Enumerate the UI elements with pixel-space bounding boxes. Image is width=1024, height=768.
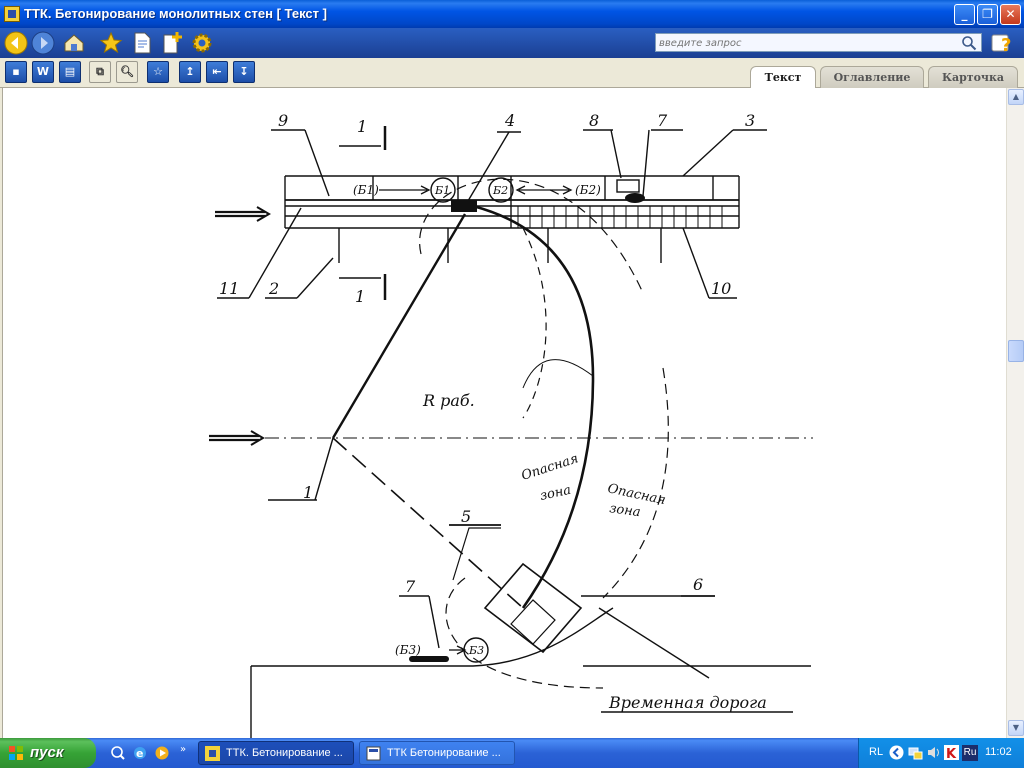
document-viewport[interactable]: 9 1 4 8 7 3 11 2 1 10 (Б1) Б1 Б2 (Б2) R …	[2, 88, 1006, 738]
windows-logo-icon	[9, 746, 23, 760]
tray-back-arrow-icon[interactable]	[889, 745, 904, 760]
go-top-icon[interactable]: ↥	[179, 61, 201, 83]
maximize-button[interactable]: ❐	[977, 4, 998, 25]
tab-contents[interactable]: Оглавление	[820, 66, 924, 88]
language-indicator[interactable]: RL	[869, 746, 883, 758]
title-bar[interactable]: ТТК. Бетонирование монолитных стен [ Тек…	[0, 0, 1024, 28]
svg-text:?: ?	[1001, 35, 1011, 55]
taskbar-item-ttk-1[interactable]: ТТК. Бетонирование ...	[198, 741, 354, 765]
label-2: 2	[268, 279, 279, 298]
start-button[interactable]: пуск	[0, 738, 96, 768]
document-icon[interactable]	[130, 31, 154, 55]
label-danger-zone-1b: зона	[539, 483, 573, 504]
label-b3-paren: (Б3)	[395, 643, 421, 657]
label-1-left: 1	[303, 483, 313, 502]
label-danger-zone-1a: Опасная	[520, 451, 581, 483]
keyboard-layout-indicator[interactable]: Ru	[962, 745, 978, 761]
label-7-top: 7	[657, 111, 668, 130]
forward-icon[interactable]	[31, 31, 55, 55]
network-icon[interactable]	[908, 745, 923, 760]
label-b2-paren: (Б2)	[575, 183, 601, 197]
tab-card[interactable]: Карточка	[928, 66, 1018, 88]
label-danger-zone-2b: зона	[608, 501, 641, 520]
app-taskbar-icon	[205, 746, 220, 761]
label-b3: Б3	[468, 644, 484, 657]
print-icon[interactable]: ▤	[59, 61, 81, 83]
app-icon	[4, 6, 20, 22]
label-6: 6	[693, 575, 703, 594]
antivirus-k-icon[interactable]: K	[944, 745, 959, 760]
settings-gear-icon[interactable]	[190, 31, 214, 55]
close-button[interactable]: ✕	[1000, 4, 1021, 25]
save-icon[interactable]: ▪	[5, 61, 27, 83]
go-down-icon[interactable]: ↧	[233, 61, 255, 83]
taskbar-item-ttk-2[interactable]: ТТК Бетонирование ...	[359, 741, 515, 765]
svg-text:e: e	[136, 747, 143, 760]
app-window: ТТК. Бетонирование монолитных стен [ Тек…	[0, 0, 1024, 738]
document-taskbar-icon	[366, 746, 381, 761]
label-4: 4	[504, 111, 515, 130]
label-11: 11	[219, 279, 239, 298]
svg-text:K: K	[946, 747, 957, 760]
star-icon[interactable]	[99, 31, 123, 55]
tab-text[interactable]: Текст	[750, 66, 816, 89]
bookmark-star-icon[interactable]: ☆	[147, 61, 169, 83]
internet-explorer-icon[interactable]: e	[132, 745, 148, 761]
minimize-button[interactable]: _	[954, 4, 975, 25]
label-1-bottom: 1	[355, 287, 365, 306]
search-input[interactable]	[659, 35, 959, 51]
scroll-up-icon[interactable]: ▲	[1008, 89, 1024, 105]
label-working-radius: R раб.	[422, 391, 475, 410]
print-preview-icon[interactable]: 🔍︎	[116, 61, 138, 83]
copy-icon[interactable]: ⧉	[89, 61, 111, 83]
back-icon[interactable]	[4, 31, 28, 55]
label-7-bottom: 7	[405, 577, 416, 596]
label-10: 10	[711, 279, 731, 298]
home-icon[interactable]	[62, 31, 86, 55]
quicklaunch-chevron-icon[interactable]: »	[180, 744, 186, 755]
help-icon[interactable]: ?	[990, 31, 1014, 56]
label-5: 5	[461, 507, 471, 526]
show-desktop-icon[interactable]	[110, 745, 126, 761]
label-1-top: 1	[357, 117, 367, 136]
clock[interactable]: 11:02	[985, 746, 1012, 758]
construction-drawing: 9 1 4 8 7 3 11 2 1 10 (Б1) Б1 Б2 (Б2) R …	[209, 111, 813, 738]
go-back-page-icon[interactable]: ⇤	[206, 61, 228, 83]
label-9: 9	[278, 111, 288, 130]
label-temporary-road: Временная дорога	[608, 693, 767, 712]
label-b2: Б2	[492, 184, 508, 197]
scroll-thumb[interactable]	[1008, 340, 1024, 362]
volume-icon[interactable]	[926, 745, 941, 760]
taskbar-item-label: ТТК. Бетонирование ...	[226, 747, 343, 759]
add-bookmark-icon[interactable]	[160, 31, 184, 55]
label-b1: Б1	[434, 184, 450, 197]
label-b1-paren: (Б1)	[353, 183, 379, 197]
taskbar: пуск e » ТТК. Бетонирование ... ТТК Бето…	[0, 738, 1024, 768]
scroll-down-icon[interactable]: ▼	[1008, 720, 1024, 736]
export-word-icon[interactable]: W	[32, 61, 54, 83]
system-tray: RL K Ru 11:02	[858, 738, 1024, 768]
vertical-scrollbar[interactable]: ▲ ▼	[1006, 88, 1024, 738]
label-3: 3	[745, 111, 755, 130]
search-icon[interactable]	[961, 35, 977, 51]
label-8: 8	[589, 111, 599, 130]
window-title: ТТК. Бетонирование монолитных стен [ Тек…	[24, 6, 327, 21]
taskbar-item-label: ТТК Бетонирование ...	[387, 747, 501, 759]
search-box	[655, 33, 982, 52]
media-player-icon[interactable]	[154, 745, 170, 761]
start-label: пуск	[30, 744, 64, 761]
